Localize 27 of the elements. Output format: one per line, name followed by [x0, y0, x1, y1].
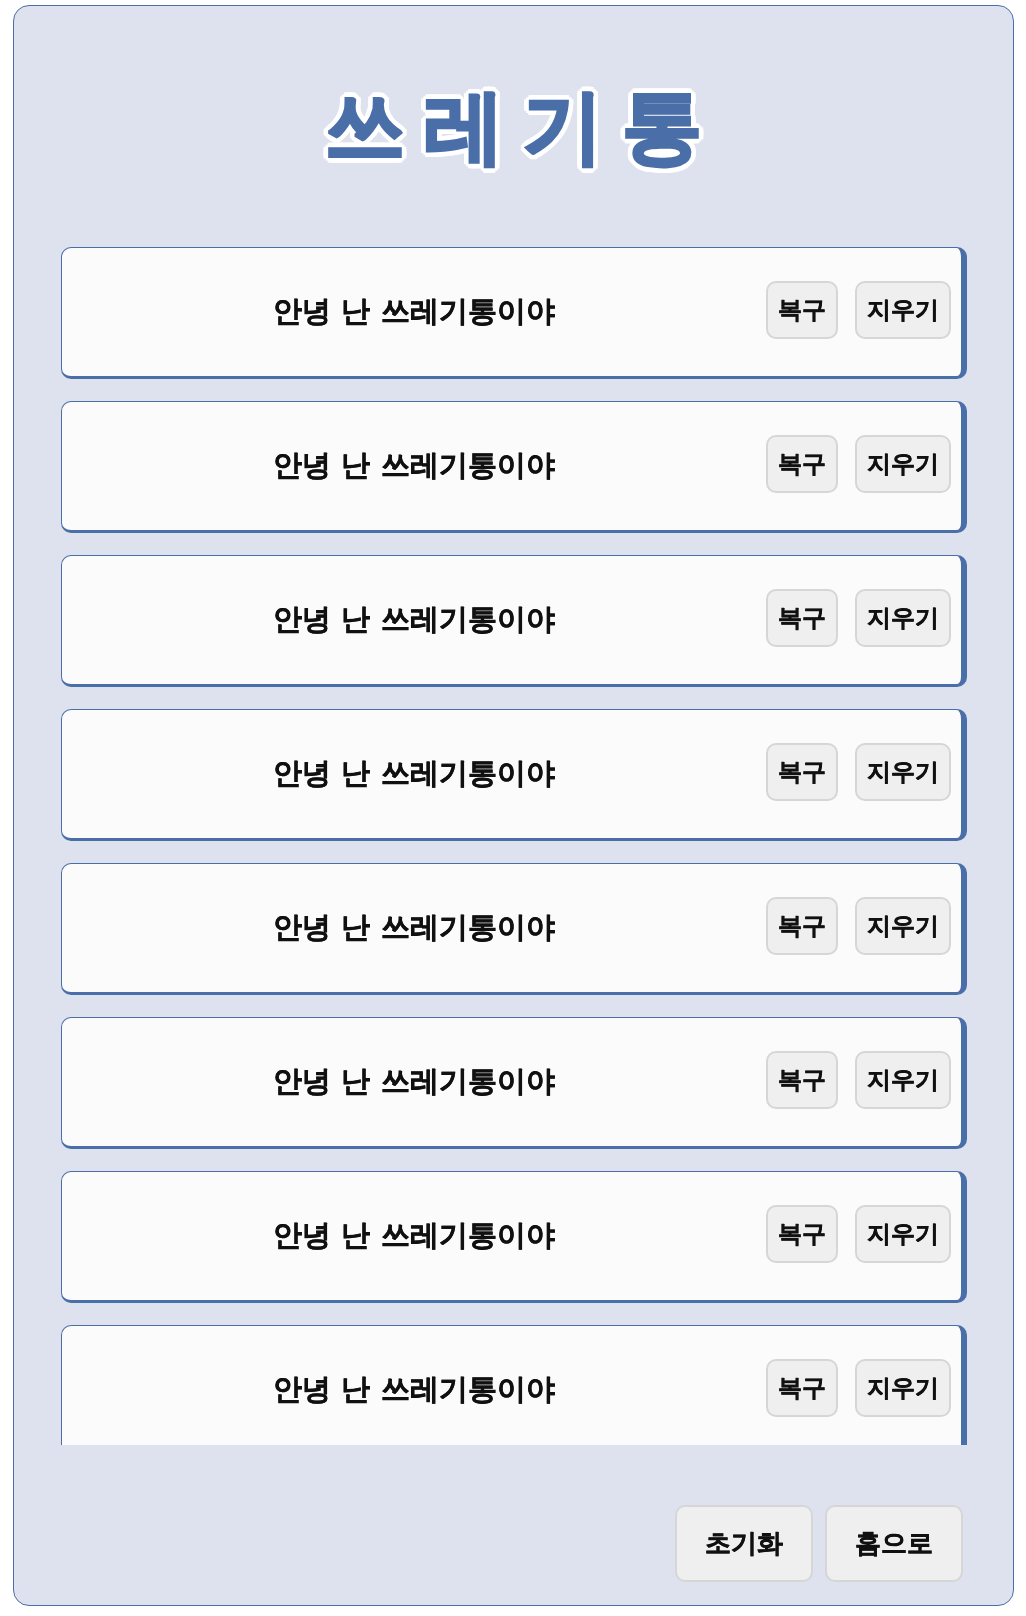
page-title: 쓰레기통 — [323, 82, 723, 171]
reset-button[interactable]: 초기화 — [675, 1505, 813, 1582]
message-text: 안녕 난 쓰레기통이야 — [272, 601, 556, 638]
restore-button[interactable]: 복구 — [766, 1359, 838, 1417]
delete-button[interactable]: 지우기 — [855, 897, 951, 955]
delete-button[interactable]: 지우기 — [855, 435, 951, 493]
message-text: 안녕 난 쓰레기통이야 — [272, 447, 556, 484]
restore-button[interactable]: 복구 — [766, 1205, 838, 1263]
message-text: 안녕 난 쓰레기통이야 — [272, 1217, 556, 1254]
restore-button[interactable]: 복구 — [766, 897, 838, 955]
message-text: 안녕 난 쓰레기통이야 — [272, 1371, 556, 1408]
message-text: 안녕 난 쓰레기통이야 — [272, 1063, 556, 1100]
home-button[interactable]: 홈으로 — [825, 1505, 963, 1582]
restore-button[interactable]: 복구 — [766, 589, 838, 647]
message-text: 안녕 난 쓰레기통이야 — [272, 293, 556, 330]
delete-button[interactable]: 지우기 — [855, 1359, 951, 1417]
restore-button[interactable]: 복구 — [766, 1051, 838, 1109]
delete-button[interactable]: 지우기 — [855, 589, 951, 647]
restore-button[interactable]: 복구 — [766, 743, 838, 801]
delete-button[interactable]: 지우기 — [855, 1205, 951, 1263]
restore-button[interactable]: 복구 — [766, 435, 838, 493]
delete-button[interactable]: 지우기 — [855, 1051, 951, 1109]
message-text: 안녕 난 쓰레기통이야 — [272, 755, 556, 792]
delete-button[interactable]: 지우기 — [855, 281, 951, 339]
delete-button[interactable]: 지우기 — [855, 743, 951, 801]
message-text: 안녕 난 쓰레기통이야 — [272, 909, 556, 946]
restore-button[interactable]: 복구 — [766, 281, 838, 339]
